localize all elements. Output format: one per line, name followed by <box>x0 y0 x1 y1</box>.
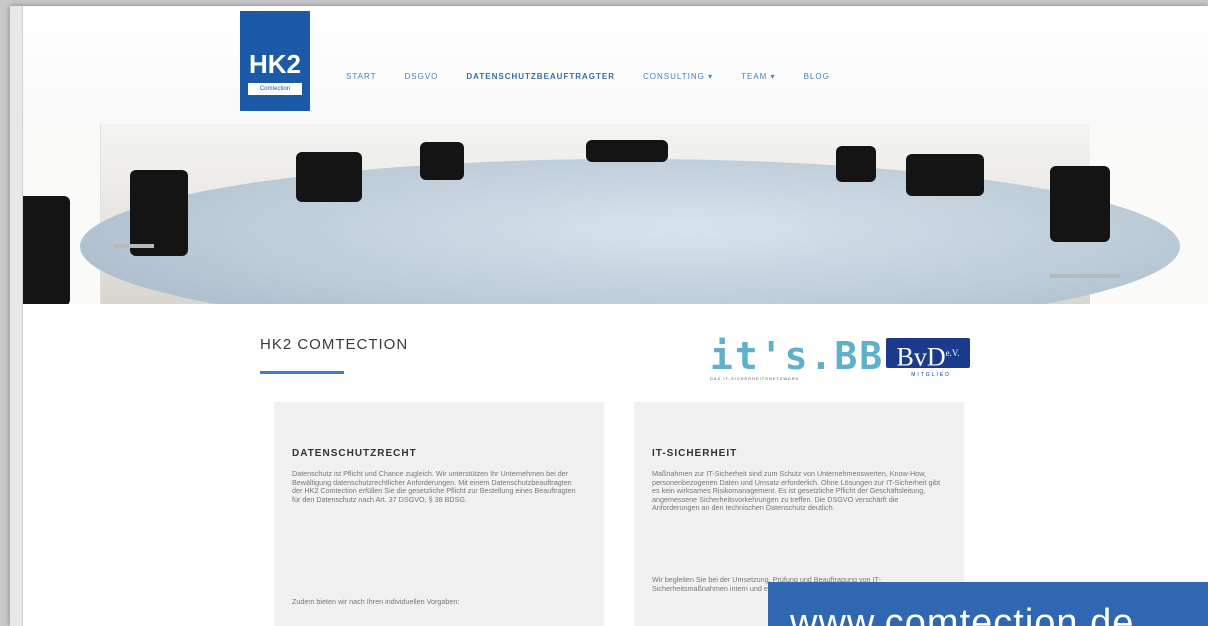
card-body: Maßnahmen zur IT-Sicherheit sind zum Sch… <box>652 469 941 513</box>
nav-dsgvo[interactable]: DSGVO <box>404 72 438 81</box>
bvd-logo: BvDe.V. <box>886 338 970 372</box>
card-datenschutzrecht: DATENSCHUTZRECHT Datenschutz ist Pflicht… <box>274 402 604 626</box>
hero-image <box>10 124 1208 304</box>
chair <box>906 154 984 196</box>
url-banner: www.comtection.de <box>768 582 1208 626</box>
frame-edge <box>10 6 23 626</box>
logo-text: HK2 <box>248 49 301 79</box>
chair-leg <box>114 244 154 248</box>
section-title: HK2 COMTECTION <box>260 336 409 353</box>
chair <box>586 140 668 162</box>
site-header: HK2 Comtection START DSGVO DATENSCHUTZBE… <box>10 6 1208 124</box>
chair <box>296 152 362 202</box>
card-body-secondary: Zudem bieten wir nach Ihren individuelle… <box>292 597 460 606</box>
title-underline <box>260 371 344 374</box>
chair-leg <box>1050 274 1120 278</box>
conference-table <box>80 159 1180 304</box>
url-banner-text: www.comtection.de <box>790 602 1135 626</box>
its-bb-logo-text: it's.BB <box>710 334 885 378</box>
its-bb-badge[interactable]: it's.BB DAS IT-SICHERHEITSNETZWERK <box>710 334 885 386</box>
chair <box>1050 166 1110 242</box>
nav-consulting[interactable]: CONSULTING ▾ <box>643 72 713 81</box>
card-title: IT-SICHERHEIT <box>652 448 738 459</box>
bvd-logo-sup: e.V. <box>945 348 960 358</box>
nav-datenschutzbeauftragter[interactable]: DATENSCHUTZBEAUFTRAGTER <box>466 72 615 81</box>
nav-team[interactable]: TEAM ▾ <box>741 72 775 81</box>
chair <box>836 146 876 182</box>
card-body: Datenschutz ist Pflicht und Chance zugle… <box>292 469 576 504</box>
chair <box>420 142 464 180</box>
card-title: DATENSCHUTZRECHT <box>292 448 417 459</box>
bvd-logo-text: BvD <box>896 342 946 372</box>
bvd-member-label: MITGLIED <box>911 372 951 378</box>
main-nav: START DSGVO DATENSCHUTZBEAUFTRAGTER CONS… <box>346 72 858 81</box>
browser-frame: HK2 Comtection START DSGVO DATENSCHUTZBE… <box>10 6 1208 626</box>
logo-subtext: Comtection <box>248 83 302 95</box>
bvd-badge[interactable]: BvDe.V. MITGLIED <box>886 338 976 384</box>
site-logo[interactable]: HK2 Comtection <box>240 11 310 111</box>
nav-blog[interactable]: BLOG <box>804 72 830 81</box>
nav-start[interactable]: START <box>346 72 376 81</box>
